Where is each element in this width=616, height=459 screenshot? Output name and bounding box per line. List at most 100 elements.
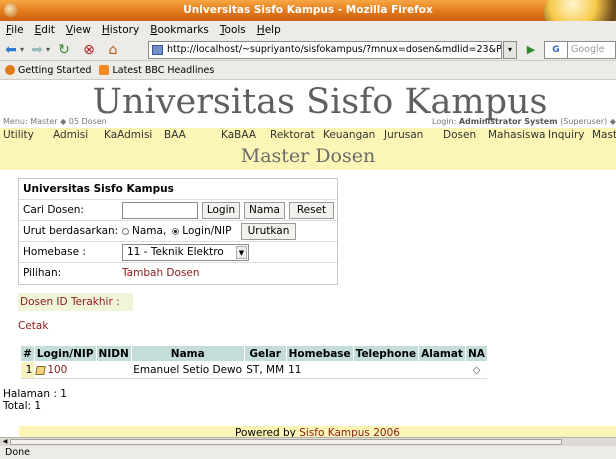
cetak-link[interactable]: Cetak bbox=[18, 320, 48, 332]
menu-inquiry[interactable]: Inquiry bbox=[548, 128, 585, 142]
table-header-row: # Login/NIP NIDN Nama Gelar Homebase Tel… bbox=[20, 345, 488, 362]
menu-rektorat[interactable]: Rektorat bbox=[270, 128, 315, 142]
radio-login[interactable]: Login/NIP bbox=[172, 221, 231, 241]
homebase-select[interactable]: 11 - Teknik Elektro ▼ bbox=[122, 244, 249, 261]
cell-homebase: 11 bbox=[286, 361, 354, 379]
page-icon bbox=[152, 45, 163, 55]
cell-na: ◇ bbox=[465, 361, 488, 379]
panel-title: Universitas Sisfo Kampus bbox=[23, 183, 174, 195]
sort-row: Urut berdasarkan: Nama, Login/NIP Urutka… bbox=[19, 221, 337, 242]
menu-edit[interactable]: Edit bbox=[35, 21, 55, 39]
cell-telephone bbox=[353, 361, 419, 379]
bookmark-getting-started[interactable]: Getting Started bbox=[5, 65, 91, 76]
reload-icon[interactable]: ↻ bbox=[55, 41, 73, 59]
pilihan-row: Pilihan: Tambah Dosen bbox=[19, 263, 337, 284]
menu-history[interactable]: History bbox=[102, 21, 139, 39]
chevron-down-icon[interactable]: ▼ bbox=[236, 246, 247, 259]
tambah-dosen-link[interactable]: Tambah Dosen bbox=[122, 263, 200, 283]
scrollbar-thumb[interactable] bbox=[10, 439, 562, 445]
col-login: Login/NIP bbox=[33, 345, 97, 362]
back-dropdown-icon[interactable]: ▾ bbox=[18, 41, 26, 59]
cell-alamat bbox=[418, 361, 466, 379]
menu-admisi[interactable]: Admisi bbox=[53, 128, 88, 142]
status-bar: Done bbox=[0, 446, 616, 459]
col-no: # bbox=[20, 345, 35, 362]
address-dropdown-icon[interactable]: ▾ bbox=[503, 41, 517, 59]
menu-file[interactable]: File bbox=[6, 21, 24, 39]
bookmarks-toolbar: Getting Started Latest BBC Headlines bbox=[0, 61, 616, 80]
menu-tools[interactable]: Tools bbox=[220, 21, 246, 39]
col-homebase: Homebase bbox=[285, 345, 354, 362]
edit-icon[interactable] bbox=[35, 365, 47, 375]
forward-icon[interactable]: ➡ bbox=[30, 41, 44, 59]
search-row: Cari Dosen: Login Nama Reset bbox=[19, 200, 337, 221]
nama-search-button[interactable]: Nama bbox=[244, 202, 285, 219]
menu-bookmarks[interactable]: Bookmarks bbox=[150, 21, 209, 39]
login-link[interactable]: 100 bbox=[47, 364, 67, 376]
menu-breadcrumb: Menu: Master ◆ 05 Dosen bbox=[3, 117, 107, 126]
homebase-label: Homebase : bbox=[23, 246, 86, 258]
cari-dosen-input[interactable] bbox=[122, 202, 198, 219]
firefox-bookmark-icon bbox=[5, 65, 15, 75]
horizontal-scrollbar[interactable]: ◀ bbox=[0, 437, 616, 446]
halaman-text: Halaman : 1 bbox=[3, 388, 67, 400]
radio-nama-circle[interactable] bbox=[122, 227, 129, 235]
forward-dropdown-icon[interactable]: ▾ bbox=[44, 41, 52, 59]
total-text: Total: 1 bbox=[3, 400, 42, 412]
col-alamat: Alamat bbox=[418, 345, 466, 362]
login-search-button[interactable]: Login bbox=[202, 202, 240, 219]
address-url: http://localhost/~supriyanto/sisfokampus… bbox=[167, 44, 502, 55]
menu-view[interactable]: View bbox=[66, 21, 91, 39]
reset-button[interactable]: Reset bbox=[289, 202, 334, 219]
homebase-row: Homebase : 11 - Teknik Elektro ▼ bbox=[19, 242, 337, 263]
menu-master[interactable]: Master bbox=[592, 128, 616, 142]
cell-login[interactable]: 100 bbox=[34, 361, 97, 379]
navigation-toolbar: ⬅ ▾ ➡ ▾ ↻ ⊗ ⌂ http://localhost/~supriyan… bbox=[0, 39, 616, 61]
site-title: Universitas Sisfo Kampus bbox=[92, 82, 548, 122]
top-menu: Utility Admisi KaAdmisi BAA KaBAA Rektor… bbox=[0, 128, 616, 142]
menu-kaadmisi[interactable]: KaAdmisi bbox=[104, 128, 152, 142]
scroll-left-icon[interactable]: ◀ bbox=[1, 438, 9, 446]
address-bar[interactable]: http://localhost/~supriyanto/sisfokampus… bbox=[148, 41, 502, 59]
col-nidn: NIDN bbox=[95, 345, 132, 362]
urut-label: Urut berdasarkan: bbox=[23, 225, 119, 237]
table-row: 1 100 Emanuel Setio Dewo ST, MM 11 ◇ bbox=[20, 361, 488, 379]
cell-nama: Emanuel Setio Dewo bbox=[131, 361, 245, 379]
col-na: NA bbox=[464, 345, 488, 362]
menu-kabaa[interactable]: KaBAA bbox=[221, 128, 256, 142]
page-content: Universitas Sisfo Kampus Menu: Master ◆ … bbox=[0, 80, 616, 441]
radio-login-circle[interactable] bbox=[172, 227, 180, 235]
login-info: Login: Administrator System (Superuser) … bbox=[432, 117, 616, 126]
urutkan-button[interactable]: Urutkan bbox=[241, 223, 296, 240]
na-status-icon: ◇ bbox=[472, 365, 481, 376]
dosen-id-terakhir: Dosen ID Terakhir : bbox=[18, 293, 133, 311]
col-nama: Nama bbox=[130, 345, 245, 362]
pilihan-label: Pilihan: bbox=[23, 267, 62, 279]
stop-icon[interactable]: ⊗ bbox=[80, 41, 98, 59]
menu-dosen[interactable]: Dosen bbox=[443, 128, 476, 142]
bookmark-bbc-headlines[interactable]: Latest BBC Headlines bbox=[99, 65, 214, 76]
menu-keuangan[interactable]: Keuangan bbox=[323, 128, 375, 142]
search-input[interactable]: Google bbox=[568, 41, 616, 59]
go-icon[interactable]: ▶ bbox=[523, 41, 539, 59]
menu-jurusan[interactable]: Jurusan bbox=[384, 128, 423, 142]
menu-baa[interactable]: BAA bbox=[164, 128, 186, 142]
window-title: Universitas Sisfo Kampus - Mozilla Firef… bbox=[183, 4, 433, 16]
login-user: Administrator System bbox=[458, 117, 558, 126]
back-icon[interactable]: ⬅ bbox=[4, 41, 18, 59]
menu-mahasiswa[interactable]: Mahasiswa bbox=[488, 128, 545, 142]
menu-utility[interactable]: Utility bbox=[3, 128, 34, 142]
home-icon[interactable]: ⌂ bbox=[104, 41, 122, 59]
radio-nama[interactable]: Nama, bbox=[122, 221, 166, 241]
menu-help[interactable]: Help bbox=[257, 21, 281, 39]
search-engine-selector[interactable]: G bbox=[544, 41, 568, 59]
cell-no: 1 bbox=[20, 361, 35, 379]
search-panel: Universitas Sisfo Kampus Cari Dosen: Log… bbox=[18, 178, 338, 285]
cell-gelar: ST, MM bbox=[244, 361, 287, 379]
window-titlebar: Universitas Sisfo Kampus - Mozilla Firef… bbox=[0, 0, 616, 32]
sort-radio-group: Nama, Login/NIP bbox=[122, 221, 231, 241]
cari-dosen-label: Cari Dosen: bbox=[23, 204, 84, 216]
dosen-table: # Login/NIP NIDN Nama Gelar Homebase Tel… bbox=[20, 345, 488, 379]
col-telephone: Telephone bbox=[352, 345, 420, 362]
paging-info: Halaman : 1 Total: 1 bbox=[3, 388, 67, 412]
